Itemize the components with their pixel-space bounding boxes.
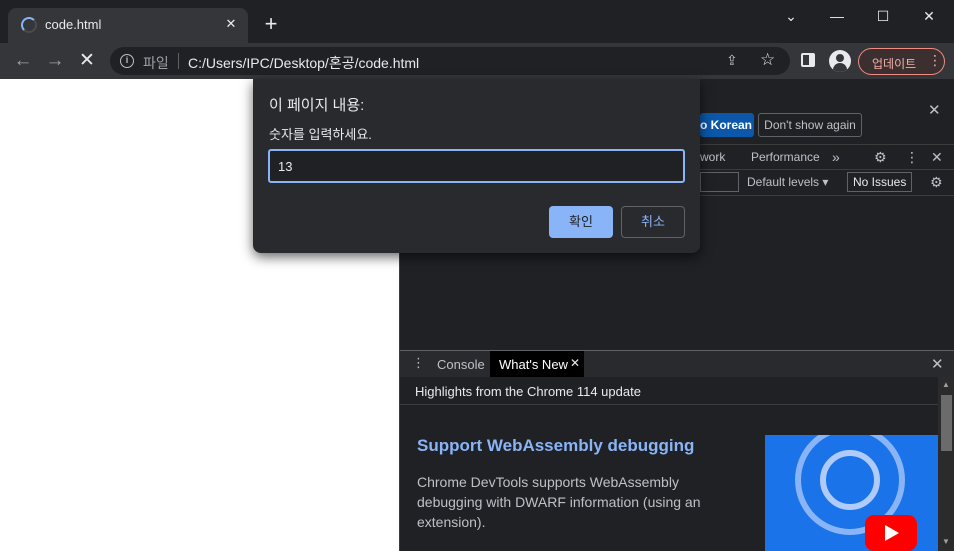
maximize-button[interactable]: ☐ <box>860 6 906 26</box>
issues-button[interactable]: No Issues <box>847 172 913 192</box>
toolbar: ← → ✕ i 파일 C:/Users/IPC/Desktop/혼공/code.… <box>0 43 954 79</box>
cancel-button[interactable]: 취소 <box>621 206 685 238</box>
dialog-title: 이 페이지 내용: <box>269 97 365 114</box>
console-settings-gear-icon[interactable]: ⚙ <box>930 174 943 191</box>
switch-korean-button[interactable]: o Korean <box>700 113 754 137</box>
whats-new-feature-title[interactable]: Support WebAssembly debugging <box>417 436 694 456</box>
dont-show-again-button[interactable]: Don't show again <box>758 113 862 137</box>
update-button[interactable]: 업데이트 ⋮ <box>858 48 945 75</box>
prompt-input[interactable] <box>268 149 685 183</box>
divider <box>178 53 179 69</box>
drawer-tab-console[interactable]: Console <box>437 357 485 372</box>
scroll-down-icon[interactable]: ▼ <box>942 537 950 546</box>
stop-loading-button[interactable]: ✕ <box>74 48 100 74</box>
url-text[interactable]: C:/Users/IPC/Desktop/혼공/code.html <box>188 53 419 73</box>
filter-input[interactable] <box>700 172 739 192</box>
more-tabs-chevron-icon[interactable]: » <box>832 149 840 165</box>
tab-search-button[interactable]: ⌄ <box>768 6 814 26</box>
share-icon[interactable]: ⇪ <box>726 52 738 69</box>
forward-button[interactable]: → <box>42 48 68 74</box>
tab-code-html[interactable]: code.html ✕ <box>8 8 248 43</box>
scrollbar-thumb[interactable] <box>941 395 952 451</box>
default-levels-dropdown[interactable]: Default levels ▾ <box>747 175 828 189</box>
more-menu-icon[interactable]: ⋮ <box>928 52 942 69</box>
tab-close-icon[interactable]: ✕ <box>222 15 240 33</box>
info-icon[interactable]: i <box>120 54 134 68</box>
profile-avatar-icon[interactable] <box>829 50 851 72</box>
drawer-menu-icon[interactable]: ⋮ <box>412 355 425 371</box>
drawer-scrollbar[interactable]: ▲ ▼ <box>938 377 954 551</box>
new-tab-button[interactable]: + <box>260 13 282 36</box>
minimize-button[interactable]: — <box>814 6 860 26</box>
update-label: 업데이트 <box>872 57 917 71</box>
prompt-dialog: 이 페이지 내용: 숫자를 입력하세요. 확인 취소 <box>253 79 700 253</box>
whats-new-highlights: Highlights from the Chrome 114 update <box>415 384 641 399</box>
close-window-button[interactable]: ✕ <box>906 6 952 26</box>
tab-title: code.html <box>45 17 102 32</box>
settings-gear-icon[interactable]: ⚙ <box>874 149 887 166</box>
ok-button[interactable]: 확인 <box>549 206 613 238</box>
address-bar[interactable]: i 파일 C:/Users/IPC/Desktop/혼공/code.html ⇪… <box>110 47 790 75</box>
loading-spinner-icon <box>21 17 37 33</box>
bookmark-star-icon[interactable]: ☆ <box>760 50 775 70</box>
feature-video-thumbnail[interactable] <box>765 435 938 551</box>
drawer-close-icon[interactable]: ✕ <box>931 355 944 373</box>
devtools-menu-icon[interactable]: ⋮ <box>905 149 919 166</box>
drawer-tab-whats-new[interactable]: What's New ✕ <box>490 351 584 377</box>
devtools-close-icon[interactable]: ✕ <box>931 149 943 166</box>
whats-new-close-icon[interactable]: ✕ <box>570 356 580 370</box>
side-panel-icon[interactable] <box>801 53 815 67</box>
whats-new-feature-description: Chrome DevTools supports WebAssembly deb… <box>417 474 701 530</box>
dialog-message: 숫자를 입력하세요. <box>269 127 372 142</box>
tab-network[interactable]: work <box>700 150 725 164</box>
tab-strip: code.html ✕ + ⌄ — ☐ ✕ <box>0 0 954 43</box>
drawer-tabs: ⋮ Console What's New ✕ ✕ <box>400 350 954 377</box>
youtube-play-icon[interactable] <box>865 515 917 551</box>
whats-new-label: What's New <box>499 357 568 372</box>
scroll-up-icon[interactable]: ▲ <box>942 380 950 389</box>
tab-performance[interactable]: Performance <box>751 150 820 164</box>
back-button[interactable]: ← <box>10 48 36 74</box>
url-scheme: 파일 <box>143 55 169 71</box>
whats-new-header: Highlights from the Chrome 114 update <box>400 377 938 405</box>
infobar-close-icon[interactable]: ✕ <box>928 101 941 119</box>
